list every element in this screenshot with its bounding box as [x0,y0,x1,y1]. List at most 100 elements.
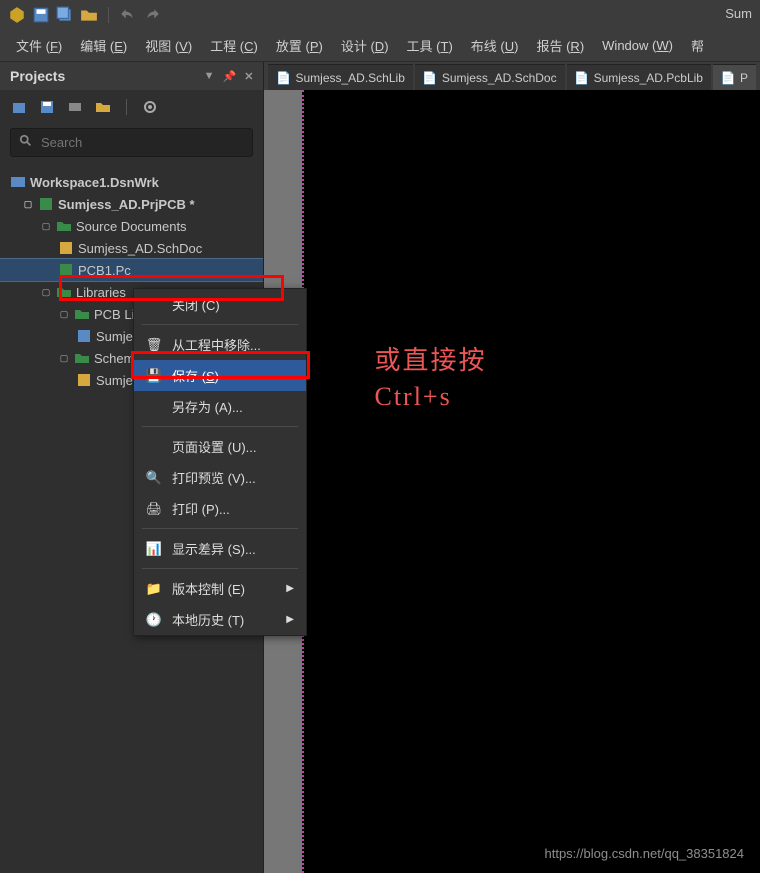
menu-edit[interactable]: 编辑 (E) [72,32,135,59]
menu-help[interactable]: 帮 [683,32,712,59]
expander-icon[interactable]: ▢ [22,198,34,210]
folder-icon [74,350,90,366]
annotation-line2: Ctrl+s [374,382,451,412]
tab-label: Sumjess_AD.SchDoc [442,71,557,85]
tab-schlib[interactable]: 📄Sumjess_AD.SchLib [268,64,412,90]
menu-route[interactable]: 布线 (U) [463,32,527,59]
pcb-icon: 📄 [721,71,735,85]
context-menu: 关闭 (C) 🗑 从工程中移除... 💾 保存 (S) 另存为 (A)... 页… [133,288,307,636]
menu-tools[interactable]: 工具 (T) [399,32,461,59]
context-print-preview[interactable]: 🔍 打印预览 (V)... [134,462,306,493]
chevron-right-icon: ▶ [286,614,294,625]
panel-save-icon[interactable] [38,98,56,116]
context-version-control[interactable]: 📁 版本控制 (E) ▶ [134,573,306,604]
search-icon [19,134,33,151]
context-save-label: 保存 (S) [172,366,219,385]
separator [126,99,127,115]
menu-project[interactable]: 工程 (C) [202,32,266,59]
history-icon: 🕐 [146,612,162,628]
schlib-icon [76,372,92,388]
context-save-as[interactable]: 另存为 (A)... [134,391,306,422]
sch-lib-item-label: Sumje [96,373,133,388]
expander-icon[interactable]: ▢ [40,220,52,232]
menu-design[interactable]: 设计 (D) [333,32,397,59]
context-local-history[interactable]: 🕐 本地历史 (T) ▶ [134,604,306,635]
tree-project[interactable]: ▢ Sumjess_AD.PrjPCB * [0,193,263,215]
folder-icon [74,306,90,322]
expander-icon[interactable]: ▢ [40,286,52,298]
tree-schdoc[interactable]: Sumjess_AD.SchDoc [0,237,263,259]
pcb-label: PCB1.Pc [78,263,131,278]
preview-icon: 🔍 [146,470,162,486]
context-save[interactable]: 💾 保存 (S) [134,360,306,391]
redo-icon[interactable] [143,6,161,24]
watermark: https://blog.csdn.net/qq_38351824 [545,846,745,861]
panel-folder-icon[interactable] [94,98,112,116]
search-box[interactable] [10,128,253,157]
panel-title: Projects [10,68,65,84]
separator [142,324,298,325]
blank-icon [146,297,162,313]
expander-icon[interactable]: ▢ [58,352,70,364]
save-all-icon[interactable] [56,6,74,24]
context-close[interactable]: 关闭 (C) [134,289,306,320]
canvas-area[interactable]: 或直接按 Ctrl+s [264,90,760,873]
save-icon: 💾 [146,368,162,384]
context-history-label: 本地历史 (T) [172,610,244,629]
schdoc-label: Sumjess_AD.SchDoc [78,241,202,256]
separator [142,426,298,427]
context-page-setup[interactable]: 页面设置 (U)... [134,431,306,462]
open-icon[interactable] [80,6,98,24]
menu-file[interactable]: 文件 (F) [8,32,70,59]
diff-icon: 📊 [146,541,162,557]
menubar: 文件 (F) 编辑 (E) 视图 (V) 工程 (C) 放置 (P) 设计 (D… [0,30,760,62]
context-show-diff[interactable]: 📊 显示差异 (S)... [134,533,306,564]
tab-pcb[interactable]: 📄P [713,64,756,90]
tree-source-docs[interactable]: ▢ Source Documents [0,215,263,237]
menu-view[interactable]: 视图 (V) [137,32,200,59]
logo-icon [8,6,26,24]
context-save-as-label: 另存为 (A)... [172,397,243,416]
undo-icon[interactable] [119,6,137,24]
panel-compile-icon[interactable] [66,98,84,116]
pcb-canvas[interactable]: 或直接按 Ctrl+s [302,90,760,873]
workspace-label: Workspace1.DsnWrk [30,175,159,190]
tab-pcblib[interactable]: 📄 Sumjess_AD.PcbLib [567,64,711,90]
schdoc-icon [58,240,74,256]
context-print-preview-label: 打印预览 (V)... [172,468,256,487]
dropdown-icon[interactable]: ▼ [204,70,215,83]
annotation-line1: 或直接按 [374,340,486,377]
tab-label: Sumjess_AD.PcbLib [594,71,703,85]
schlib-icon: 📄 [276,71,290,85]
separator [142,528,298,529]
context-print[interactable]: 🖨 打印 (P)... [134,493,306,524]
blank-icon [146,439,162,455]
schdoc-icon: 📄 [423,71,437,85]
context-remove[interactable]: 🗑 从工程中移除... [134,329,306,360]
pcblib-icon: 📄 [575,71,589,85]
menu-place[interactable]: 放置 (P) [268,32,331,59]
panel-home-icon[interactable] [10,98,28,116]
expander-icon[interactable]: ▢ [58,308,70,320]
tree-workspace[interactable]: Workspace1.DsnWrk [0,171,263,193]
tab-label: P [740,71,748,85]
folder-icon [56,284,72,300]
context-print-label: 打印 (P)... [172,499,230,518]
tree-pcb[interactable]: PCB1.Pc [0,259,263,281]
print-icon: 🖨 [146,501,162,517]
search-input[interactable] [41,135,244,150]
tab-schdoc[interactable]: 📄 Sumjess_AD.SchDoc [415,64,565,90]
chevron-right-icon: ▶ [286,583,294,594]
pcb-lib-item-label: Sumje [96,329,133,344]
context-remove-label: 从工程中移除... [172,335,261,354]
close-panel-icon[interactable]: ✕ [244,70,253,83]
menu-report[interactable]: 报告 (R) [528,32,592,59]
pin-icon[interactable]: 📌 [223,70,237,83]
context-show-diff-label: 显示差异 (S)... [172,539,256,558]
save-icon[interactable] [32,6,50,24]
project-icon [38,196,54,212]
separator [108,7,109,23]
menu-window[interactable]: Window (W) [594,34,681,57]
panel-settings-icon[interactable] [141,98,159,116]
document-tabs: 📄Sumjess_AD.SchLib 📄 Sumjess_AD.SchDoc 📄 S… [264,62,760,90]
